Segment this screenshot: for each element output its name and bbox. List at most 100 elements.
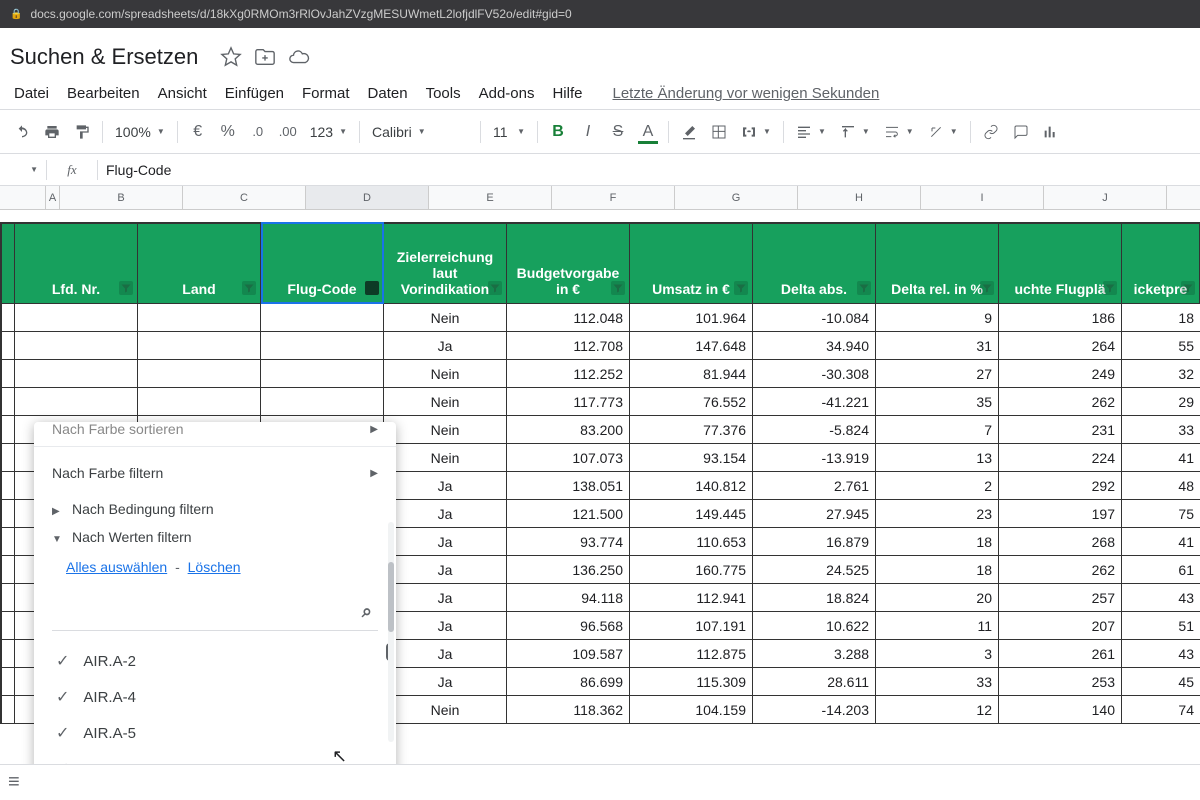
cell[interactable] <box>261 388 384 416</box>
merge-button[interactable]: ▼ <box>735 118 777 146</box>
cell[interactable]: 231 <box>999 416 1122 444</box>
cell[interactable] <box>15 332 138 360</box>
browser-url-bar[interactable]: 🔒 docs.google.com/spreadsheets/d/18kXg0R… <box>0 0 1200 28</box>
cell[interactable]: -13.919 <box>753 444 876 472</box>
filter-sort-by-color[interactable]: Nach Farbe sortieren▶ <box>34 422 396 442</box>
cell[interactable]: 121.500 <box>507 500 630 528</box>
cell[interactable]: Ja <box>384 640 507 668</box>
cell[interactable]: 207 <box>999 612 1122 640</box>
menu-tools[interactable]: Tools <box>418 80 469 107</box>
cell[interactable]: Ja <box>384 528 507 556</box>
cell[interactable]: 41 <box>1122 528 1200 556</box>
menu-format[interactable]: Format <box>294 80 358 107</box>
cell[interactable]: 43 <box>1122 640 1200 668</box>
cell[interactable]: 140 <box>999 696 1122 724</box>
halign-button[interactable]: ▼ <box>790 118 832 146</box>
cell[interactable]: -14.203 <box>753 696 876 724</box>
cell[interactable]: 61 <box>1122 556 1200 584</box>
cell[interactable]: 104.159 <box>630 696 753 724</box>
header-C[interactable]: Land <box>138 222 261 304</box>
rotate-button[interactable]: ▼ <box>922 118 964 146</box>
last-edit-link[interactable]: Letzte Änderung vor wenigen Sekunden <box>612 85 879 102</box>
cell[interactable]: 93.154 <box>630 444 753 472</box>
cell[interactable]: 147.648 <box>630 332 753 360</box>
cell[interactable]: 110.653 <box>630 528 753 556</box>
cell[interactable]: Ja <box>384 500 507 528</box>
cell[interactable]: 23 <box>876 500 999 528</box>
cell[interactable] <box>0 416 15 444</box>
cell[interactable]: 2.761 <box>753 472 876 500</box>
cell[interactable]: 32 <box>1122 360 1200 388</box>
valign-button[interactable]: ▼ <box>834 118 876 146</box>
cell[interactable]: 112.875 <box>630 640 753 668</box>
paint-format-button[interactable] <box>68 118 96 146</box>
cell[interactable]: Nein <box>384 360 507 388</box>
cell[interactable]: 34.940 <box>753 332 876 360</box>
cell[interactable] <box>0 360 15 388</box>
cloud-sync-icon[interactable] <box>288 46 310 68</box>
cell[interactable]: 45 <box>1122 668 1200 696</box>
cell[interactable] <box>0 528 15 556</box>
cell[interactable]: 136.250 <box>507 556 630 584</box>
fill-color-button[interactable] <box>675 118 703 146</box>
col-header-B[interactable]: B <box>60 186 183 209</box>
cell[interactable] <box>0 556 15 584</box>
cell[interactable]: 140.812 <box>630 472 753 500</box>
filter-values-list[interactable]: ✓AIR.A-2 ✓AIR.A-4 ✓AIR.A-5 ✓AIR.A0 <box>34 639 396 764</box>
cell[interactable]: 55 <box>1122 332 1200 360</box>
cell[interactable]: Ja <box>384 332 507 360</box>
col-header-F[interactable]: F <box>552 186 675 209</box>
cell[interactable]: 109.587 <box>507 640 630 668</box>
cell[interactable] <box>261 332 384 360</box>
print-button[interactable] <box>38 118 66 146</box>
cell[interactable]: 18 <box>876 528 999 556</box>
strike-button[interactable]: S <box>604 118 632 146</box>
cell[interactable]: 33 <box>876 668 999 696</box>
cell[interactable]: 16.879 <box>753 528 876 556</box>
cell[interactable]: 107.073 <box>507 444 630 472</box>
move-folder-icon[interactable] <box>254 46 276 68</box>
menu-bearbeiten[interactable]: Bearbeiten <box>59 80 148 107</box>
cell[interactable] <box>15 360 138 388</box>
filter-by-condition[interactable]: ▶Nach Bedingung filtern <box>34 495 396 523</box>
cell[interactable]: Ja <box>384 668 507 696</box>
cell[interactable]: 31 <box>876 332 999 360</box>
cell[interactable]: 41 <box>1122 444 1200 472</box>
cell[interactable]: 13 <box>876 444 999 472</box>
cell[interactable] <box>0 304 15 332</box>
filter-value-item[interactable]: ✓AIR.A0 <box>52 751 386 764</box>
cell[interactable]: 43 <box>1122 584 1200 612</box>
comment-button[interactable] <box>1007 118 1035 146</box>
cell[interactable]: 264 <box>999 332 1122 360</box>
text-color-button[interactable]: A <box>634 118 662 146</box>
clear-link[interactable]: Löschen <box>188 559 241 575</box>
menu-ansicht[interactable]: Ansicht <box>150 80 215 107</box>
filter-by-color[interactable]: Nach Farbe filtern▶ <box>34 451 396 495</box>
cell[interactable]: 18.824 <box>753 584 876 612</box>
cell[interactable]: 29 <box>1122 388 1200 416</box>
all-sheets-icon[interactable]: ≡ <box>8 771 20 794</box>
cell[interactable]: 27.945 <box>753 500 876 528</box>
cell[interactable]: 20 <box>876 584 999 612</box>
cell[interactable]: 93.774 <box>507 528 630 556</box>
cell[interactable]: -5.824 <box>753 416 876 444</box>
cell[interactable]: Nein <box>384 696 507 724</box>
cell[interactable]: 75 <box>1122 500 1200 528</box>
cell[interactable]: 18 <box>1122 304 1200 332</box>
star-icon[interactable] <box>220 46 242 68</box>
cell[interactable]: 257 <box>999 584 1122 612</box>
col-header-G[interactable]: G <box>675 186 798 209</box>
cell[interactable]: 160.775 <box>630 556 753 584</box>
cell[interactable] <box>138 304 261 332</box>
cell[interactable] <box>138 388 261 416</box>
menu-einfuegen[interactable]: Einfügen <box>217 80 292 107</box>
cell[interactable]: 10.622 <box>753 612 876 640</box>
filter-value-item[interactable]: ✓AIR.A-4 <box>52 679 386 715</box>
bold-button[interactable]: B <box>544 118 572 146</box>
col-header-A[interactable]: A <box>46 186 60 209</box>
cell[interactable]: 28.611 <box>753 668 876 696</box>
cell[interactable] <box>0 612 15 640</box>
cell[interactable] <box>0 500 15 528</box>
cell[interactable]: 83.200 <box>507 416 630 444</box>
zoom-select[interactable]: 100%▼ <box>109 118 171 146</box>
